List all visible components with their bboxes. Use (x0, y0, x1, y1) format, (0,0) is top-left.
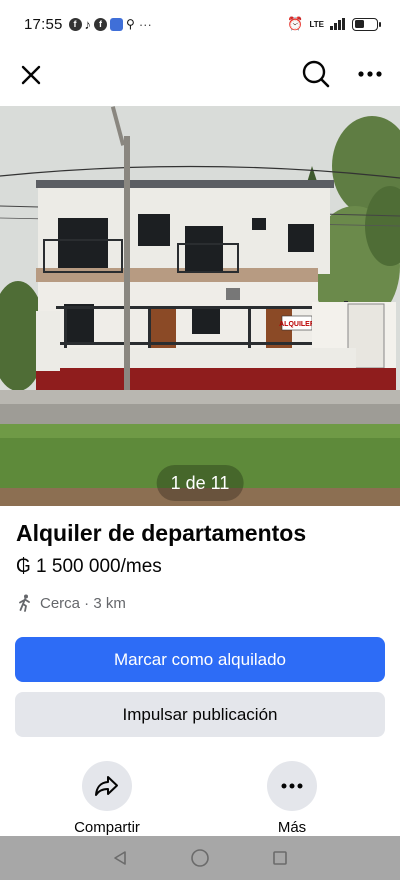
listing-distance: Cerca · 3 km (16, 594, 126, 612)
more-icon (281, 783, 303, 789)
location-icon: ⚲ (126, 17, 135, 31)
status-time: 17:55 (24, 15, 63, 33)
calendar-app-icon (110, 17, 124, 31)
facebook-icon: f (68, 17, 82, 31)
share-label: Compartir (74, 819, 140, 836)
boost-listing-button[interactable]: Impulsar publicación (15, 692, 385, 737)
overflow-indicator: ··· (138, 16, 152, 32)
alarm-icon: ⏰ (287, 16, 304, 31)
battery-level (354, 20, 364, 28)
photo-counter: 1 de 11 (156, 465, 244, 501)
distance-label: Cerca · 3 km (40, 594, 126, 612)
share-action[interactable]: Compartir (52, 761, 162, 836)
network-label: LTE (309, 19, 324, 29)
search-icon[interactable] (298, 56, 334, 92)
system-status-icons: ⏰ LTE (287, 16, 381, 32)
mark-as-rented-button[interactable]: Marcar como alquilado (15, 637, 385, 682)
share-button[interactable] (82, 761, 132, 811)
listing-photo[interactable]: ALQUILER 1 de 11 (0, 106, 400, 506)
notification-icons: f ♪ f ⚲ (68, 16, 135, 32)
listing-title: Alquiler de departamentos (16, 520, 307, 546)
facebook-icon: f (94, 17, 108, 31)
listing-price: ₲ 1 500 000/mes (16, 556, 162, 577)
home-icon[interactable] (180, 838, 220, 878)
close-icon[interactable] (14, 58, 48, 92)
for-rent-sign: ALQUILER (279, 321, 315, 328)
signal-icon (330, 18, 345, 30)
top-bar (0, 48, 400, 104)
system-nav-bar (0, 836, 400, 880)
status-bar: 17:55 f ♪ f ⚲ ··· ⏰ LTE (0, 0, 400, 48)
battery-icon (352, 17, 381, 31)
walking-icon (19, 594, 30, 612)
back-icon[interactable] (100, 838, 140, 878)
tiktok-icon: ♪ (84, 16, 92, 32)
more-action[interactable]: Más (237, 761, 347, 836)
more-icon[interactable] (352, 56, 388, 92)
more-label: Más (277, 819, 307, 836)
share-icon (95, 776, 118, 796)
recents-icon[interactable] (260, 838, 300, 878)
more-options-button[interactable] (267, 761, 317, 811)
building-photo-illustration: ALQUILER (0, 106, 400, 506)
